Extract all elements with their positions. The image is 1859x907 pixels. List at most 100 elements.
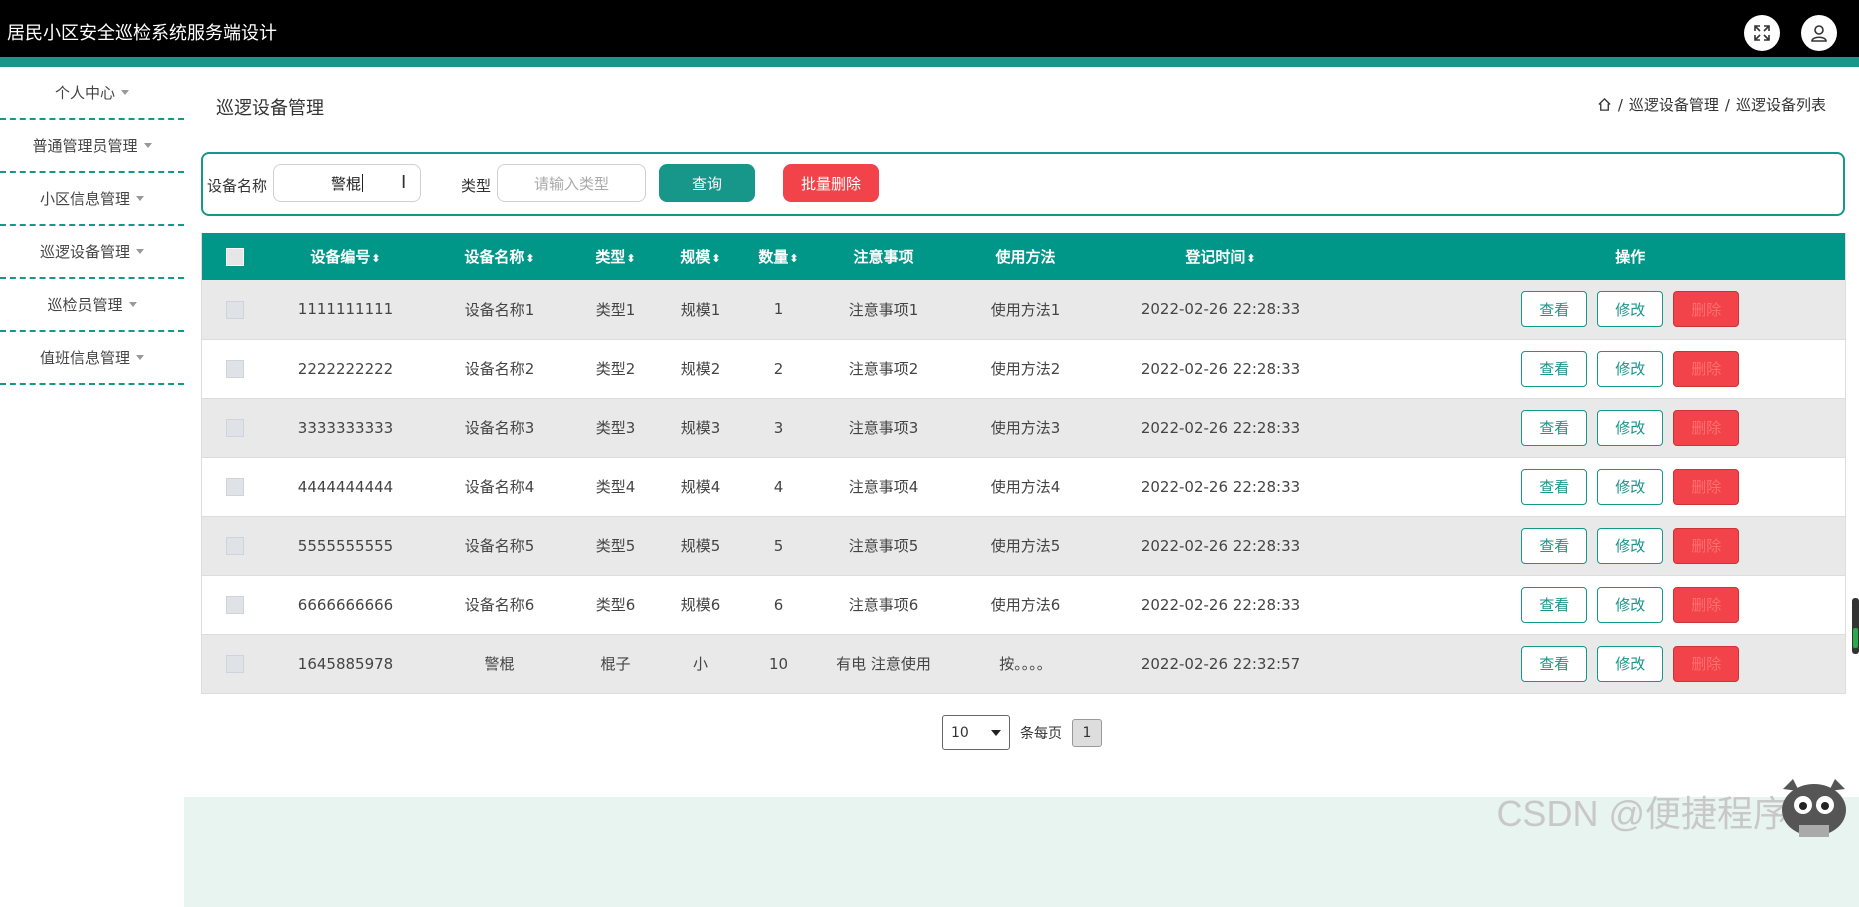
view-button[interactable]: 查看 <box>1521 527 1588 564</box>
row-checkbox[interactable] <box>225 418 244 437</box>
sidebar-item-patrol-equipment[interactable]: 巡逻设备管理 <box>0 226 184 279</box>
delete-button[interactable]: 删除 <box>1673 468 1740 505</box>
cell-id: 1645885978 <box>297 654 394 673</box>
sort-icon: ⬍ <box>371 252 381 265</box>
sidebar-item-inspector-management[interactable]: 巡检员管理 <box>0 279 184 332</box>
header-accent-strip <box>0 57 1859 67</box>
edit-button[interactable]: 修改 <box>1597 586 1664 623</box>
cell-notes: 注意事项1 <box>848 300 919 319</box>
view-button[interactable]: 查看 <box>1521 468 1588 505</box>
sidebar-item-community-info[interactable]: 小区信息管理 <box>0 173 184 226</box>
column-header[interactable]: 设备编号⬍ <box>268 233 424 280</box>
scrollbar[interactable] <box>1852 598 1859 654</box>
sidebar-item-duty-info[interactable]: 值班信息管理 <box>0 332 184 385</box>
sidebar-item-personal-center[interactable]: 个人中心 <box>0 67 184 120</box>
edit-button[interactable]: 修改 <box>1597 527 1664 564</box>
cell-usage: 使用方法2 <box>990 360 1061 378</box>
sidebar-item-admin-management[interactable]: 普通管理员管理 <box>0 120 184 173</box>
cell-name: 设备名称4 <box>464 478 535 496</box>
query-button[interactable]: 查询 <box>659 164 755 202</box>
table-row: 2222222222 设备名称2 类型2 规模2 2 注意事项2 使用方法2 2022-02-… <box>201 339 1846 398</box>
cell-scale: 规模1 <box>680 300 721 319</box>
select-all-checkbox[interactable] <box>225 247 244 266</box>
device-name-input[interactable]: 警棍 <box>273 164 421 202</box>
table-row: 3333333333 设备名称3 类型3 规模3 3 注意事项3 使用方法3 2022-02-… <box>201 398 1846 457</box>
cell-notes: 注意事项3 <box>848 419 919 437</box>
top-bar: 居民小区安全巡检系统服务端设计 <box>0 0 1859 57</box>
delete-button[interactable]: 删除 <box>1673 527 1740 564</box>
view-button[interactable]: 查看 <box>1521 586 1588 623</box>
row-select-cell <box>202 575 268 634</box>
row-checkbox[interactable] <box>225 595 244 614</box>
view-button[interactable]: 查看 <box>1521 291 1588 328</box>
edit-button[interactable]: 修改 <box>1597 468 1664 505</box>
column-header[interactable]: 设备名称⬍ <box>424 233 576 280</box>
edit-button[interactable]: 修改 <box>1597 291 1664 328</box>
column-header[interactable]: 规模⬍ <box>656 233 746 280</box>
view-button[interactable]: 查看 <box>1521 350 1588 387</box>
mascot-icon <box>1782 779 1846 837</box>
cell-actions: 查看 修改 删除 <box>1346 280 1846 339</box>
view-button[interactable]: 查看 <box>1521 645 1588 682</box>
row-checkbox[interactable] <box>225 654 244 673</box>
cell-actions: 查看 修改 删除 <box>1346 634 1846 693</box>
edit-button[interactable]: 修改 <box>1597 409 1664 446</box>
cell-scale: 规模4 <box>680 478 721 496</box>
sort-icon: ⬍ <box>711 252 721 265</box>
column-header[interactable]: 登记时间⬍ <box>1096 233 1346 280</box>
cell-name: 设备名称5 <box>464 537 535 555</box>
row-select-cell <box>202 634 268 693</box>
view-button[interactable]: 查看 <box>1521 409 1588 446</box>
cell-scale: 规模5 <box>680 537 721 555</box>
row-checkbox[interactable] <box>225 300 244 319</box>
cell-usage: 使用方法1 <box>990 300 1061 319</box>
row-checkbox[interactable] <box>225 477 244 496</box>
cell-type: 类型2 <box>595 360 636 378</box>
cell-notes: 注意事项6 <box>848 596 919 614</box>
main-content: 巡逻设备管理 / 巡逻设备管理 / 巡逻设备列表 设备名称 警棍 I 类型 请输… <box>184 67 1859 907</box>
delete-button[interactable]: 删除 <box>1673 645 1740 682</box>
page-size-value: 10 <box>951 724 969 741</box>
page-title: 巡逻设备管理 <box>216 98 324 119</box>
equipment-table: 设备编号⬍ 设备名称⬍ 类型⬍ 规模⬍ 数量⬍ 注意事项 使用方法 登记时间⬍ … <box>201 233 1846 694</box>
type-input[interactable]: 请输入类型 <box>497 164 646 202</box>
breadcrumb-level2: 巡逻设备列表 <box>1735 96 1826 114</box>
cell-qty: 5 <box>773 536 784 555</box>
cell-notes: 注意事项2 <box>848 360 919 378</box>
cell-notes: 注意事项5 <box>848 537 919 555</box>
cell-type: 类型1 <box>595 300 636 319</box>
row-select-cell <box>202 457 268 516</box>
delete-button[interactable]: 删除 <box>1673 291 1740 328</box>
home-icon[interactable] <box>1597 97 1612 112</box>
type-label: 类型 <box>461 177 492 195</box>
edit-button[interactable]: 修改 <box>1597 645 1664 682</box>
column-header: 操作 <box>1615 248 1646 266</box>
breadcrumb-separator: / <box>1724 95 1730 114</box>
delete-button[interactable]: 删除 <box>1673 409 1740 446</box>
page-number-button[interactable]: 1 <box>1072 718 1102 747</box>
delete-button[interactable]: 删除 <box>1673 586 1740 623</box>
column-header[interactable]: 数量⬍ <box>746 233 812 280</box>
user-menu-button[interactable] <box>1801 15 1837 51</box>
breadcrumb-level1[interactable]: 巡逻设备管理 <box>1629 94 1719 115</box>
cell-actions: 查看 修改 删除 <box>1346 516 1846 575</box>
edit-button[interactable]: 修改 <box>1597 350 1664 387</box>
column-header[interactable]: 类型⬍ <box>576 233 656 280</box>
sort-icon: ⬍ <box>525 252 535 265</box>
app-title: 居民小区安全巡检系统服务端设计 <box>7 23 277 44</box>
column-header: 注意事项 <box>853 248 914 266</box>
row-checkbox[interactable] <box>225 536 244 555</box>
cell-time: 2022-02-26 22:28:33 <box>1140 300 1301 319</box>
cell-actions: 查看 修改 删除 <box>1346 575 1846 634</box>
cell-scale: 规模6 <box>680 596 721 614</box>
user-icon <box>1811 25 1827 42</box>
device-name-label: 设备名称 <box>207 177 268 195</box>
cell-time: 2022-02-26 22:28:33 <box>1140 595 1301 614</box>
cell-id: 3333333333 <box>297 418 394 437</box>
page-size-select[interactable]: 10 <box>942 715 1010 750</box>
sidebar-item-label: 普通管理员管理 <box>32 137 138 155</box>
delete-button[interactable]: 删除 <box>1673 350 1740 387</box>
fullscreen-button[interactable] <box>1744 15 1780 51</box>
row-checkbox[interactable] <box>225 359 244 378</box>
bulk-delete-button[interactable]: 批量删除 <box>783 164 879 202</box>
